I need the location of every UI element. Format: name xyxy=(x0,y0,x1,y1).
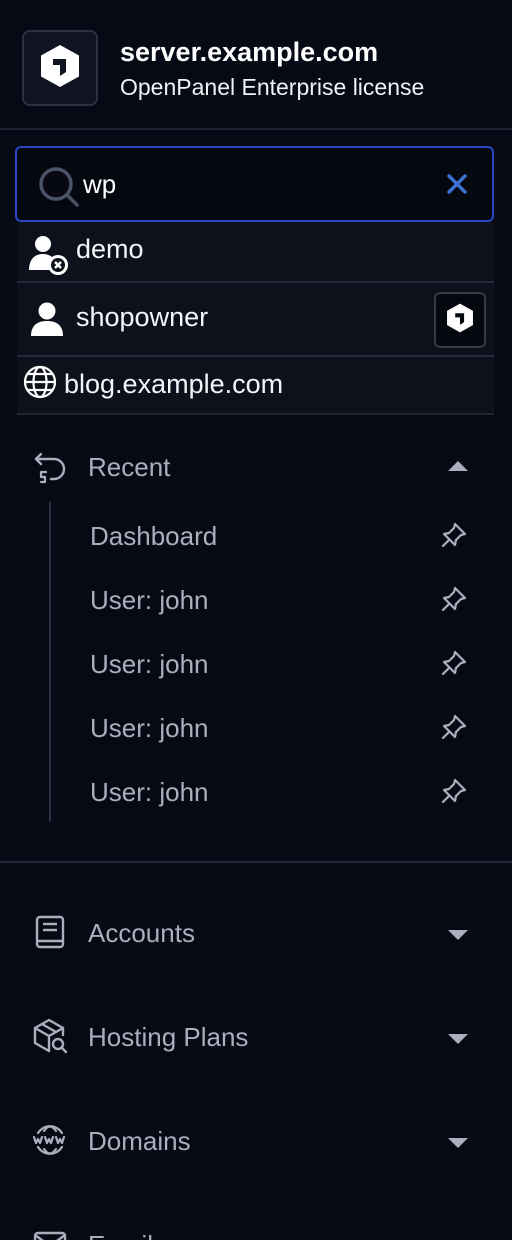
sidebar: server.example.com OpenPanel Enterprise … xyxy=(0,0,512,1240)
section-divider xyxy=(0,861,512,863)
nav-label: Domains xyxy=(88,1126,191,1156)
recent-item-label: User: john xyxy=(90,585,209,615)
result-label: demo xyxy=(76,234,144,264)
www-globe-icon xyxy=(32,1122,68,1163)
search-results: demo shopowner blog.example.com xyxy=(17,222,494,415)
nav-label: Accounts xyxy=(88,918,195,948)
chevron-down-icon xyxy=(447,928,469,946)
recent-label: Recent xyxy=(88,452,171,482)
nav-emails[interactable]: Emails xyxy=(0,1214,512,1240)
license-label: OpenPanel Enterprise license xyxy=(120,74,425,100)
result-label: blog.example.com xyxy=(64,369,284,399)
nav-accounts[interactable]: Accounts xyxy=(0,902,512,962)
server-header: server.example.com OpenPanel Enterprise … xyxy=(0,0,512,130)
chevron-down-icon xyxy=(447,1032,469,1050)
recent-item[interactable]: User: john xyxy=(70,635,490,691)
chevron-up-icon xyxy=(447,459,469,477)
recent-history-icon xyxy=(34,450,68,489)
server-name: server.example.com xyxy=(120,37,379,67)
search-result-item[interactable]: demo xyxy=(17,222,494,283)
recent-tree-line xyxy=(49,502,51,822)
openpanel-cube-icon xyxy=(38,43,82,94)
pin-icon[interactable] xyxy=(440,713,468,746)
search-result-item[interactable]: blog.example.com xyxy=(17,357,494,413)
openpanel-cube-icon xyxy=(445,302,475,339)
mail-icon xyxy=(32,1226,68,1240)
pin-icon[interactable] xyxy=(440,777,468,810)
pin-icon[interactable] xyxy=(440,521,468,554)
openpanel-logo[interactable] xyxy=(22,30,98,106)
nav-label: Hosting Plans xyxy=(88,1022,249,1052)
pin-icon[interactable] xyxy=(440,649,468,682)
nav-hosting-plans[interactable]: Hosting Plans xyxy=(0,1006,512,1066)
recent-item-label: Dashboard xyxy=(90,521,218,551)
clear-search-icon[interactable] xyxy=(445,172,469,196)
user-icon xyxy=(29,301,65,342)
recent-item-label: User: john xyxy=(90,777,209,807)
recent-item-label: User: john xyxy=(90,713,209,743)
recent-item[interactable]: User: john xyxy=(70,763,490,819)
recent-item-label: User: john xyxy=(90,649,209,679)
recent-item[interactable]: User: john xyxy=(70,699,490,755)
search-icon xyxy=(37,165,81,214)
search-input[interactable] xyxy=(83,164,423,204)
recent-item[interactable]: User: john xyxy=(70,571,490,627)
search-result-item[interactable]: shopowner xyxy=(17,283,494,357)
nav-domains[interactable]: Domains xyxy=(0,1110,512,1170)
pin-icon[interactable] xyxy=(440,585,468,618)
login-as-user-button[interactable] xyxy=(434,292,486,348)
recent-toggle[interactable]: Recent xyxy=(0,440,512,492)
nav-label: Emails xyxy=(88,1230,166,1240)
book-icon xyxy=(32,914,68,955)
recent-item[interactable]: Dashboard xyxy=(70,507,490,563)
chevron-down-icon xyxy=(447,1136,469,1154)
user-suspended-icon xyxy=(27,234,69,281)
search-box[interactable] xyxy=(15,146,494,222)
globe-icon xyxy=(23,365,57,404)
result-label: shopowner xyxy=(76,302,209,332)
package-search-icon xyxy=(32,1018,68,1059)
